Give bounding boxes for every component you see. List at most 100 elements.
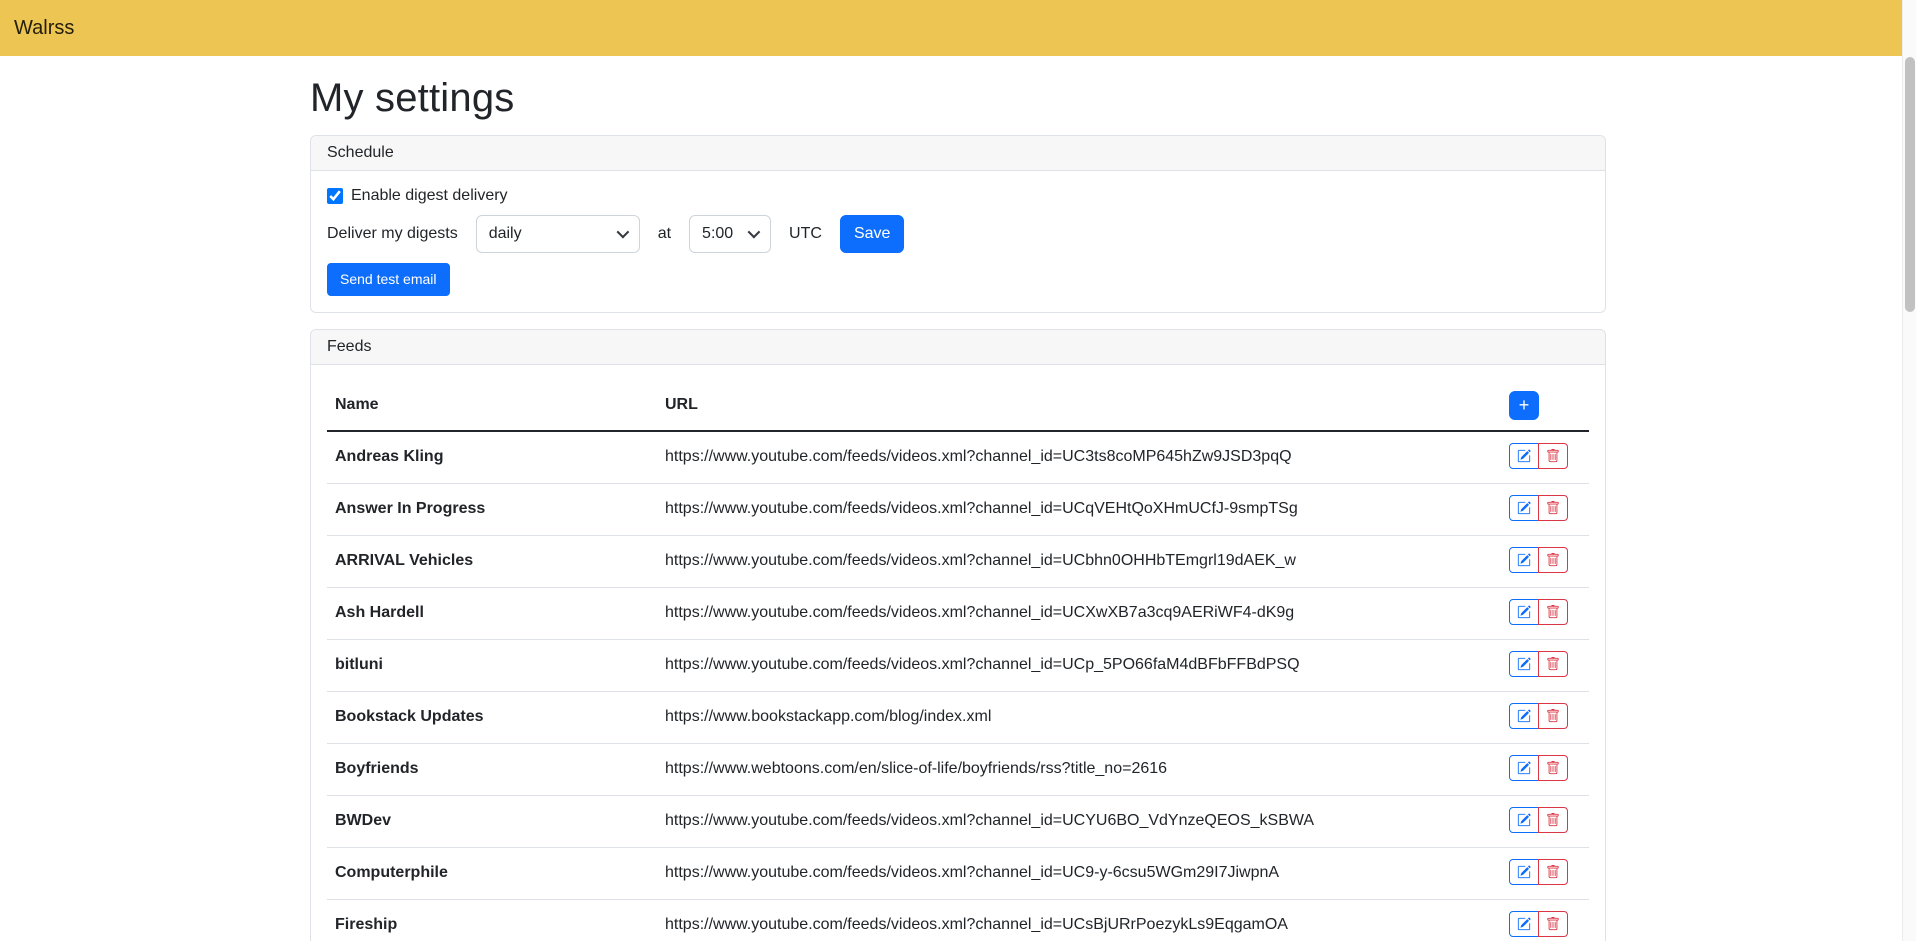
pencil-square-icon: [1517, 553, 1531, 567]
feed-url: https://www.youtube.com/feeds/videos.xml…: [657, 639, 1439, 691]
feed-name: Computerphile: [327, 847, 657, 899]
delete-feed-button[interactable]: [1538, 911, 1568, 937]
feed-url: https://www.youtube.com/feeds/videos.xml…: [657, 847, 1439, 899]
enable-digest-checkbox[interactable]: [327, 188, 343, 204]
trash-icon: [1546, 865, 1560, 879]
column-header-url: URL: [657, 381, 1439, 431]
trash-icon: [1546, 917, 1560, 931]
feed-url: https://www.youtube.com/feeds/videos.xml…: [657, 587, 1439, 639]
schedule-card-body: Enable digest delivery Deliver my digest…: [311, 171, 1605, 312]
feed-name: Ash Hardell: [327, 587, 657, 639]
column-header-actions: +: [1439, 381, 1589, 431]
feeds-table-header-row: Name URL +: [327, 381, 1589, 431]
send-test-email-button[interactable]: Send test email: [327, 263, 450, 295]
brand-link[interactable]: Walrss: [14, 17, 74, 40]
enable-digest-label[interactable]: Enable digest delivery: [351, 187, 508, 205]
feeds-table: Name URL + Andreas Kling https://www.you…: [327, 381, 1589, 941]
feed-actions: [1509, 443, 1568, 469]
feed-name: Fireship: [327, 899, 657, 941]
pencil-square-icon: [1517, 605, 1531, 619]
delivery-schedule-row: Deliver my digests daily at 5:00 UTC Sav…: [327, 215, 1589, 253]
edit-feed-button[interactable]: [1509, 859, 1539, 885]
feed-actions: [1509, 807, 1568, 833]
delete-feed-button[interactable]: [1538, 703, 1568, 729]
schedule-card-header: Schedule: [311, 136, 1605, 171]
trash-icon: [1546, 761, 1560, 775]
pencil-square-icon: [1517, 449, 1531, 463]
navbar: Walrss: [0, 0, 1916, 56]
trash-icon: [1546, 813, 1560, 827]
feed-actions: [1509, 755, 1568, 781]
feeds-card-header: Feeds: [311, 330, 1605, 365]
timezone-label: UTC: [789, 225, 822, 243]
feed-url: https://www.youtube.com/feeds/videos.xml…: [657, 483, 1439, 535]
feed-actions: [1509, 495, 1568, 521]
edit-feed-button[interactable]: [1509, 807, 1539, 833]
scrollbar-thumb[interactable]: [1905, 57, 1915, 312]
pencil-square-icon: [1517, 501, 1531, 515]
delete-feed-button[interactable]: [1538, 443, 1568, 469]
frequency-select[interactable]: daily: [476, 215, 640, 253]
trash-icon: [1546, 553, 1560, 567]
feed-name: ARRIVAL Vehicles: [327, 535, 657, 587]
feed-name: bitluni: [327, 639, 657, 691]
frequency-select-value: daily: [489, 225, 522, 243]
table-row: Answer In Progress https://www.youtube.c…: [327, 483, 1589, 535]
table-row: bitluni https://www.youtube.com/feeds/vi…: [327, 639, 1589, 691]
feeds-table-body: Andreas Kling https://www.youtube.com/fe…: [327, 431, 1589, 941]
page-title: My settings: [310, 76, 1606, 121]
edit-feed-button[interactable]: [1509, 443, 1539, 469]
table-row: Bookstack Updates https://www.bookstacka…: [327, 691, 1589, 743]
chevron-down-icon: [748, 226, 761, 239]
delete-feed-button[interactable]: [1538, 651, 1568, 677]
pencil-square-icon: [1517, 761, 1531, 775]
delete-feed-button[interactable]: [1538, 755, 1568, 781]
trash-icon: [1546, 657, 1560, 671]
edit-feed-button[interactable]: [1509, 547, 1539, 573]
feed-url: https://www.youtube.com/feeds/videos.xml…: [657, 899, 1439, 941]
feed-url: https://www.youtube.com/feeds/videos.xml…: [657, 795, 1439, 847]
feed-url: https://www.youtube.com/feeds/videos.xml…: [657, 431, 1439, 484]
pencil-square-icon: [1517, 657, 1531, 671]
edit-feed-button[interactable]: [1509, 651, 1539, 677]
table-row: Computerphile https://www.youtube.com/fe…: [327, 847, 1589, 899]
feed-actions: [1509, 911, 1568, 937]
edit-feed-button[interactable]: [1509, 599, 1539, 625]
trash-icon: [1546, 501, 1560, 515]
trash-icon: [1546, 449, 1560, 463]
table-row: Andreas Kling https://www.youtube.com/fe…: [327, 431, 1589, 484]
table-row: BWDev https://www.youtube.com/feeds/vide…: [327, 795, 1589, 847]
main-container: My settings Schedule Enable digest deliv…: [298, 76, 1618, 941]
time-select[interactable]: 5:00: [689, 215, 771, 253]
pencil-square-icon: [1517, 709, 1531, 723]
scrollbar-track[interactable]: [1902, 0, 1916, 941]
save-button[interactable]: Save: [840, 215, 904, 253]
pencil-square-icon: [1517, 917, 1531, 931]
edit-feed-button[interactable]: [1509, 755, 1539, 781]
delete-feed-button[interactable]: [1538, 807, 1568, 833]
feed-url: https://www.bookstackapp.com/blog/index.…: [657, 691, 1439, 743]
trash-icon: [1546, 605, 1560, 619]
delete-feed-button[interactable]: [1538, 495, 1568, 521]
feed-actions: [1509, 651, 1568, 677]
feed-url: https://www.webtoons.com/en/slice-of-lif…: [657, 743, 1439, 795]
add-feed-button[interactable]: +: [1509, 391, 1539, 420]
feed-name: Bookstack Updates: [327, 691, 657, 743]
edit-feed-button[interactable]: [1509, 495, 1539, 521]
feeds-card: Feeds Name URL + Andreas Kling https://w…: [310, 329, 1606, 941]
feed-name: Boyfriends: [327, 743, 657, 795]
delete-feed-button[interactable]: [1538, 547, 1568, 573]
feed-name: Answer In Progress: [327, 483, 657, 535]
feed-url: https://www.youtube.com/feeds/videos.xml…: [657, 535, 1439, 587]
feed-actions: [1509, 703, 1568, 729]
pencil-square-icon: [1517, 813, 1531, 827]
edit-feed-button[interactable]: [1509, 703, 1539, 729]
edit-feed-button[interactable]: [1509, 911, 1539, 937]
delete-feed-button[interactable]: [1538, 859, 1568, 885]
table-row: Ash Hardell https://www.youtube.com/feed…: [327, 587, 1589, 639]
deliver-label: Deliver my digests: [327, 225, 458, 243]
feed-actions: [1509, 599, 1568, 625]
table-row: Fireship https://www.youtube.com/feeds/v…: [327, 899, 1589, 941]
pencil-square-icon: [1517, 865, 1531, 879]
delete-feed-button[interactable]: [1538, 599, 1568, 625]
